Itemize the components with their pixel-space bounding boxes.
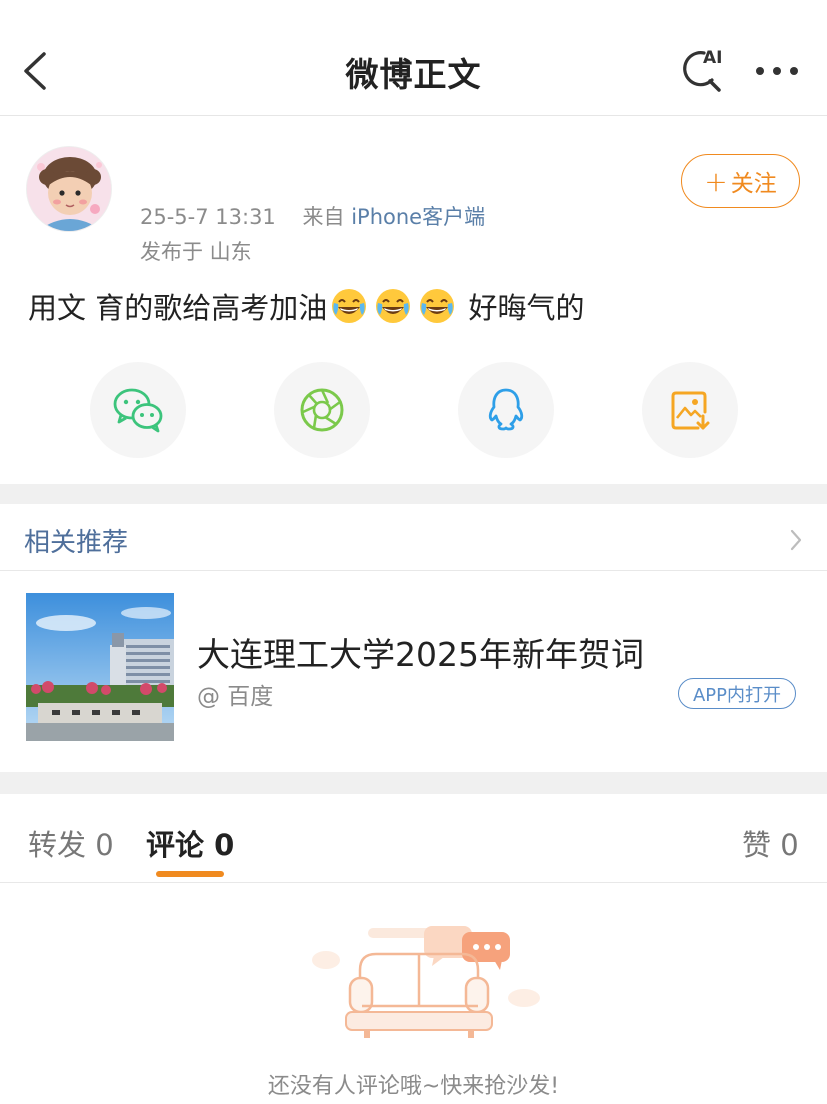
post-text-part-2: 好晦气的 — [468, 291, 585, 325]
laugh-crying-emoji — [330, 287, 368, 325]
tab-comment[interactable]: 评论 0 — [146, 822, 234, 864]
empty-comments-text: 还没有人评论哦~快来抢沙发! — [267, 1074, 560, 1099]
post-meta: 25-5-7 13:31 来自 iPhone客户端 — [140, 201, 485, 231]
laugh-crying-emoji — [418, 287, 456, 325]
avatar[interactable] — [26, 146, 112, 232]
share-wechat-button[interactable] — [90, 362, 186, 458]
post-location: 发布于 山东 — [140, 240, 252, 264]
related-headline[interactable]: 大连理工大学2025年新年贺词 — [197, 628, 644, 676]
divider — [0, 570, 827, 571]
tab-like[interactable]: 赞 0 — [742, 822, 799, 864]
post-text: 用文 育的歌给高考加油 好晦气的 — [28, 285, 584, 327]
related-source: @ 百度 — [197, 684, 274, 710]
empty-sofa-illustration — [306, 920, 546, 1045]
post-text-part-1: 用文 育的歌给高考加油 — [28, 291, 328, 325]
wechat-icon — [113, 388, 163, 433]
plus-icon: + — [704, 164, 728, 198]
active-tab-indicator — [156, 871, 224, 877]
laugh-crying-emoji — [374, 287, 412, 325]
chevron-right-icon[interactable] — [788, 527, 804, 553]
section-divider — [0, 772, 827, 794]
open-in-app-button[interactable]: APP内打开 — [678, 678, 796, 709]
more-dots-icon — [756, 67, 798, 75]
section-divider — [0, 484, 827, 504]
save-image-icon — [671, 391, 710, 430]
top-nav-bar: 微博正文 AI — [0, 0, 827, 116]
related-section-title[interactable]: 相关推荐 — [24, 522, 128, 559]
moments-icon — [300, 388, 344, 432]
share-qq-button[interactable] — [458, 362, 554, 458]
ai-search-icon: AI — [683, 48, 722, 92]
ai-label: AI — [703, 48, 722, 68]
divider — [0, 882, 827, 883]
qq-icon — [488, 388, 524, 431]
ai-search-button[interactable]: AI — [676, 44, 728, 96]
follow-label: 关注 — [730, 171, 777, 197]
follow-button[interactable]: + 关注 — [681, 154, 800, 208]
post-source-prefix: 来自 — [302, 205, 345, 229]
campus-photo — [26, 593, 174, 741]
share-moments-button[interactable] — [274, 362, 370, 458]
more-options-button[interactable] — [752, 58, 802, 84]
save-image-button[interactable] — [642, 362, 738, 458]
related-thumbnail[interactable] — [26, 593, 174, 741]
avatar-image — [27, 147, 111, 231]
post-timestamp: 25-5-7 13:31 — [140, 205, 276, 229]
post-source-link[interactable]: iPhone客户端 — [351, 205, 485, 229]
tab-repost[interactable]: 转发 0 — [28, 822, 114, 864]
